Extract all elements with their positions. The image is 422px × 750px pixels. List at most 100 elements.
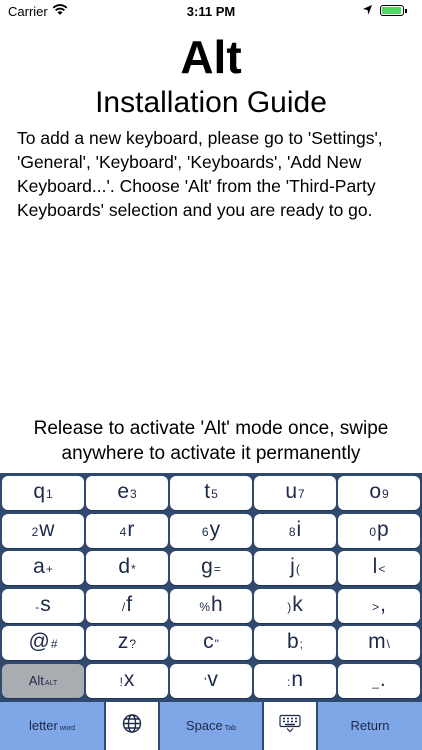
key-h[interactable]: %h bbox=[170, 588, 252, 623]
key-secondary-label: ! bbox=[119, 674, 123, 689]
key-v[interactable]: 'v bbox=[170, 663, 252, 698]
key-w[interactable]: 2w bbox=[2, 513, 84, 548]
keyboard-row: @# z? c" b; m\ bbox=[0, 626, 422, 660]
key-secondary-label: > bbox=[372, 599, 380, 614]
key-label: a bbox=[33, 555, 45, 578]
return-key-label: Return bbox=[350, 718, 390, 733]
key-q[interactable]: q1 bbox=[2, 476, 84, 510]
key-label: x bbox=[123, 667, 135, 691]
keyboard-row: q1 e3 t5 u7 o9 bbox=[0, 476, 422, 510]
key-label: w bbox=[39, 517, 55, 541]
key-secondary-label: ; bbox=[299, 637, 304, 651]
keyboard-row: -s/f %h)k >, bbox=[0, 588, 422, 623]
location-icon bbox=[362, 4, 373, 19]
clock: 3:11 PM bbox=[186, 4, 236, 19]
key-secondary-label: - bbox=[35, 599, 40, 614]
key-label: u bbox=[285, 480, 297, 503]
key-l[interactable]: l< bbox=[338, 551, 420, 585]
key-secondary-label: + bbox=[45, 562, 53, 576]
installation-instructions: To add a new keyboard, please go to 'Set… bbox=[17, 128, 383, 220]
key-secondary-label: ) bbox=[287, 599, 292, 614]
key-label: h bbox=[210, 592, 223, 616]
battery-icon bbox=[380, 5, 407, 16]
key-r[interactable]: 4r bbox=[86, 513, 168, 548]
space-key-sublabel: Tab bbox=[224, 725, 237, 732]
key-y[interactable]: 6y bbox=[170, 513, 252, 548]
key-secondary-label: 3 bbox=[130, 487, 137, 501]
key-label: l bbox=[372, 555, 378, 578]
key-label: j bbox=[290, 555, 295, 578]
key-secondary-label: ? bbox=[129, 637, 137, 651]
key-secondary-label: / bbox=[121, 599, 126, 614]
status-bar: Carrier 3:11 PM bbox=[0, 0, 422, 24]
letter-key-label: letter bbox=[28, 718, 58, 733]
key-secondary-label: 8 bbox=[288, 524, 296, 539]
dismiss-keyboard-key[interactable] bbox=[264, 702, 316, 750]
key-secondary-label: " bbox=[214, 637, 219, 651]
key-o[interactable]: o9 bbox=[338, 476, 420, 510]
keyboard-row: a+ d* g= j(l< bbox=[0, 551, 422, 585]
key-secondary-label: 4 bbox=[119, 524, 127, 539]
key-label: f bbox=[126, 592, 133, 616]
key-secondary-label: _ bbox=[372, 674, 379, 689]
key-d[interactable]: d* bbox=[86, 551, 168, 585]
key-c[interactable]: c" bbox=[170, 626, 252, 660]
key-label: t bbox=[204, 480, 211, 503]
key-m[interactable]: m\ bbox=[338, 626, 420, 660]
key-e[interactable]: e3 bbox=[86, 476, 168, 510]
key-comma[interactable]: >, bbox=[338, 588, 420, 623]
key-label: Alt bbox=[28, 672, 44, 688]
key-label: y bbox=[209, 517, 221, 541]
keyboard-bottom-row: letter word Space Tab Return bbox=[0, 702, 422, 750]
key-secondary-label: % bbox=[199, 599, 210, 614]
activation-hint: Release to activate 'Alt' mode once, swi… bbox=[33, 418, 389, 464]
space-tab-key[interactable]: Space Tab bbox=[160, 702, 262, 750]
key-label: d bbox=[118, 555, 130, 578]
key-label: n bbox=[291, 667, 304, 691]
key-label: o bbox=[369, 480, 381, 503]
key-u[interactable]: u7 bbox=[254, 476, 336, 510]
key-secondary-label: # bbox=[50, 637, 58, 651]
letter-word-key[interactable]: letter word bbox=[0, 702, 104, 750]
key-secondary-label: 7 bbox=[298, 487, 305, 501]
key-k[interactable]: )k bbox=[254, 588, 336, 623]
keyboard-row: 2w 4r 6y 8i 0p bbox=[0, 513, 422, 548]
globe-icon bbox=[122, 714, 142, 739]
key-n[interactable]: :n bbox=[254, 663, 336, 698]
key-label: p bbox=[377, 517, 389, 541]
alt-mode-key[interactable]: AltALT bbox=[2, 663, 84, 698]
return-key[interactable]: Return bbox=[318, 702, 422, 750]
key-b[interactable]: b; bbox=[254, 626, 336, 660]
key-label: . bbox=[379, 667, 386, 691]
key-x[interactable]: !x bbox=[86, 663, 168, 698]
key-p[interactable]: 0p bbox=[338, 513, 420, 548]
key-label: v bbox=[207, 667, 218, 691]
key-secondary-label: < bbox=[378, 562, 386, 576]
key-secondary-label: 0 bbox=[369, 524, 376, 539]
globe-key[interactable] bbox=[106, 702, 158, 750]
key-z[interactable]: z? bbox=[86, 626, 168, 660]
key-label: q bbox=[33, 480, 45, 503]
key-secondary-label: 6 bbox=[201, 524, 209, 539]
key-g[interactable]: g= bbox=[170, 551, 252, 585]
key-label: @ bbox=[28, 630, 50, 653]
key-s[interactable]: -s bbox=[2, 588, 84, 623]
key-label: c bbox=[203, 630, 214, 653]
key-at[interactable]: @# bbox=[2, 626, 84, 660]
key-a[interactable]: a+ bbox=[2, 551, 84, 585]
key-label: z bbox=[117, 630, 129, 653]
key-period[interactable]: _. bbox=[338, 663, 420, 698]
key-secondary-label: 1 bbox=[46, 487, 53, 501]
key-f[interactable]: /f bbox=[86, 588, 168, 623]
key-label: s bbox=[40, 592, 51, 616]
key-secondary-label: ALT bbox=[44, 679, 58, 687]
space-key-label: Space bbox=[185, 718, 223, 733]
keyboard-row: AltALT !x'v:n _. bbox=[0, 663, 422, 698]
key-t[interactable]: t5 bbox=[170, 476, 252, 510]
key-secondary-label: 5 bbox=[211, 487, 218, 501]
key-label: e bbox=[117, 480, 129, 503]
key-i[interactable]: 8i bbox=[254, 513, 336, 548]
keyboard-icon bbox=[279, 714, 301, 738]
key-j[interactable]: j( bbox=[254, 551, 336, 585]
key-label: g bbox=[201, 555, 213, 578]
